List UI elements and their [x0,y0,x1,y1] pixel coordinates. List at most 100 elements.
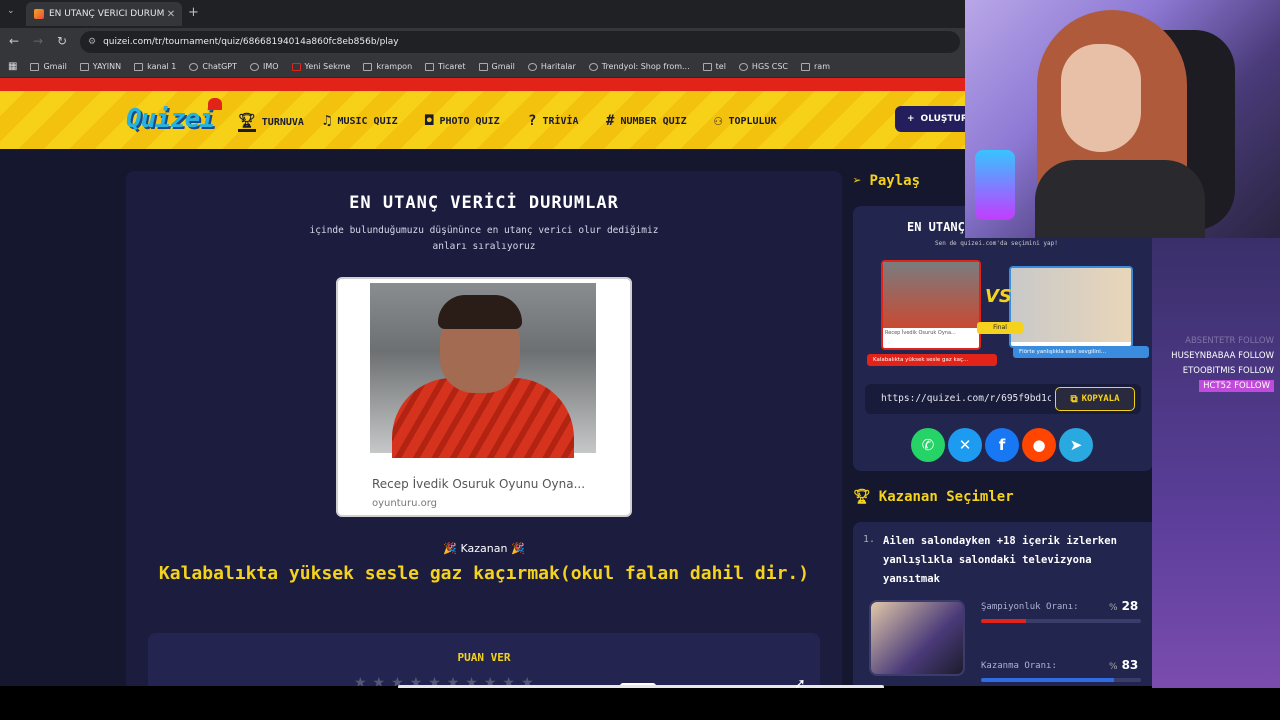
bookmark-folder[interactable]: kanal 1 [134,62,176,71]
create-button[interactable]: + OLUŞTUR [895,106,975,132]
plus-icon: + [907,114,915,124]
share-link-input[interactable]: https://quizei.com/r/695f9bd1c [881,393,1051,404]
folder-icon [134,62,144,71]
gmail-icon [30,62,40,71]
bookmark-gmail[interactable]: Gmail [478,62,515,71]
bookmark-folder[interactable]: YAYINN [79,62,121,71]
letterbox-bar [0,688,1280,720]
follow-alert: ETOOBITMIS FOLLOW [1182,366,1274,376]
trophy-icon: 🏆︎ [238,113,256,132]
bookmark-folder[interactable]: tel [702,62,726,71]
nav-photo-quiz[interactable]: ◘ PHOTO QUIZ [425,113,500,129]
send-icon: ➢ [853,173,862,189]
music-icon: ♫ [323,113,332,129]
folder-icon [79,62,89,71]
bookmark-new-tab[interactable]: Yeni Sekme [291,62,350,71]
santa-hat-icon [207,98,222,110]
rate-label: PUAN VER [457,651,511,664]
win-rate-label: Kazanma Oranı: [981,661,1057,671]
follow-alert: ABSENTETR FOLLOW [1185,336,1274,346]
apps-icon[interactable]: ▦ [8,61,17,72]
nav-number-quiz[interactable]: # NUMBER QUIZ [606,113,687,129]
quiz-subtitle: içinde bulunduğumuzu düşününce en utanç … [309,225,659,252]
imo-icon [249,62,259,71]
address-bar[interactable]: ⚙ quizei.com/tr/tournament/quiz/68668194… [80,31,960,53]
stream-follow-feed: ABSENTETR FOLLOW HUSEYNBABAA FOLLOW ETOO… [1152,238,1280,688]
win-rate-value: % 83 [1109,658,1139,672]
share-link-box: https://quizei.com/r/695f9bd1c ⧉ KOPYALA [865,384,1141,414]
folder-icon [702,62,712,71]
preview-option-a: Recep İvedik Osuruk Oyna... [881,260,981,350]
winner-image-card: Recep İvedik Osuruk Oyunu Oyna... oyuntu… [336,277,632,517]
winner-item[interactable]: 1. Ailen salondayken +18 içerik izlerken… [853,522,1158,686]
champion-rate-value: % 28 [1109,599,1139,613]
nav-music-quiz[interactable]: ♫ MUSIC QUIZ [323,113,398,129]
preview-subtitle: Sen de quizei.com'da seçimini yap! [935,240,1058,247]
tab-title: EN UTANÇ VERİCİ DURUMLAR [49,9,164,19]
folder-icon [425,62,435,71]
globe-icon [588,62,598,71]
globe-icon [738,62,748,71]
reload-icon[interactable]: ↻ [54,34,70,48]
preview-vs: VS [985,286,1012,307]
winner-rank: 1. [863,534,876,545]
bookmark-trendyol[interactable]: Trendyol: Shop from... [588,62,690,71]
folder-icon [363,62,373,71]
forward-icon[interactable]: → [30,34,46,48]
users-icon: ⚇ [714,113,723,129]
follow-alert: HUSEYNBABAA FOLLOW [1171,351,1274,361]
champion-rate-label: Şampiyonluk Oranı: [981,602,1079,612]
winner-item-thumbnail [869,600,965,676]
nav-topluluk[interactable]: ⚇ TOPLULUK [714,113,777,129]
hash-icon: # [606,113,615,129]
browser-tab[interactable]: EN UTANÇ VERİCİ DURUMLAR ✕ [26,2,182,26]
camera-icon: ◘ [425,113,434,129]
url-text: quizei.com/tr/tournament/quiz/6866819401… [103,37,399,47]
question-icon: ? [528,113,537,129]
reddit-icon[interactable]: ● [1022,428,1056,462]
nav-trivia[interactable]: ? TRİVİA [528,113,579,129]
preview-label-a: Kalabalıkta yüksek sesle gaz kaç... [867,354,997,366]
copy-button[interactable]: ⧉ KOPYALA [1055,387,1135,411]
quiz-title: EN UTANÇ VERİCİ DURUMLAR [349,193,619,213]
bookmark-folder[interactable]: ram [801,62,830,71]
image-caption: Recep İvedik Osuruk Oyunu Oyna... [372,477,586,491]
gmail-icon [478,62,488,71]
bookmark-gmail[interactable]: Gmail [30,62,67,71]
whatsapp-icon[interactable]: ✆ [911,428,945,462]
winner-photo [370,283,596,458]
tab-search-icon[interactable]: ⌄ [7,6,15,16]
bookmark-chatgpt[interactable]: ChatGPT [189,62,237,71]
preview-title: EN UTANÇ [907,220,965,234]
winner-item-text: Ailen salondayken +18 içerik izlerken ya… [883,535,1117,585]
back-icon[interactable]: ← [6,34,22,48]
rating-box: PUAN VER ★★★★★★★★★★ [148,633,820,686]
winners-heading: 🏆︎ Kazanan Seçimler [853,489,1014,505]
page-icon [291,62,301,71]
nav-turnuva[interactable]: 🏆︎ TURNUVA [238,113,304,132]
bookmark-folder[interactable]: Ticaret [425,62,466,71]
champion-rate-fill [981,619,1026,623]
x-icon[interactable]: ✕ [948,428,982,462]
win-rate-fill [981,678,1114,682]
new-tab-icon[interactable]: + [188,5,199,20]
winner-label: 🎉 Kazanan 🎉 [443,542,525,555]
preview-option-b [1009,266,1133,348]
bookmark-folder[interactable]: krampon [363,62,412,71]
winner-text: Kalabalıkta yüksek sesle gaz kaçırmak(ok… [158,563,810,584]
bookmark-hgs[interactable]: HGS CSC [738,62,788,71]
site-logo[interactable]: Quizei [126,98,222,134]
preview-final-badge: Final [977,322,1023,334]
folder-icon [801,62,811,71]
tab-favicon-icon [34,9,44,19]
tab-close-icon[interactable]: ✕ [164,9,178,20]
site-info-icon[interactable]: ⚙ [88,37,96,47]
bookmark-maps[interactable]: Haritalar [527,62,576,71]
image-source: oyunturu.org [372,498,437,509]
bookmark-imo[interactable]: IMO [249,62,279,71]
maps-icon [527,62,537,71]
win-rate-bar [981,678,1141,682]
facebook-icon[interactable]: f [985,428,1019,462]
copy-icon: ⧉ [1070,393,1078,405]
telegram-icon[interactable]: ➤ [1059,428,1093,462]
